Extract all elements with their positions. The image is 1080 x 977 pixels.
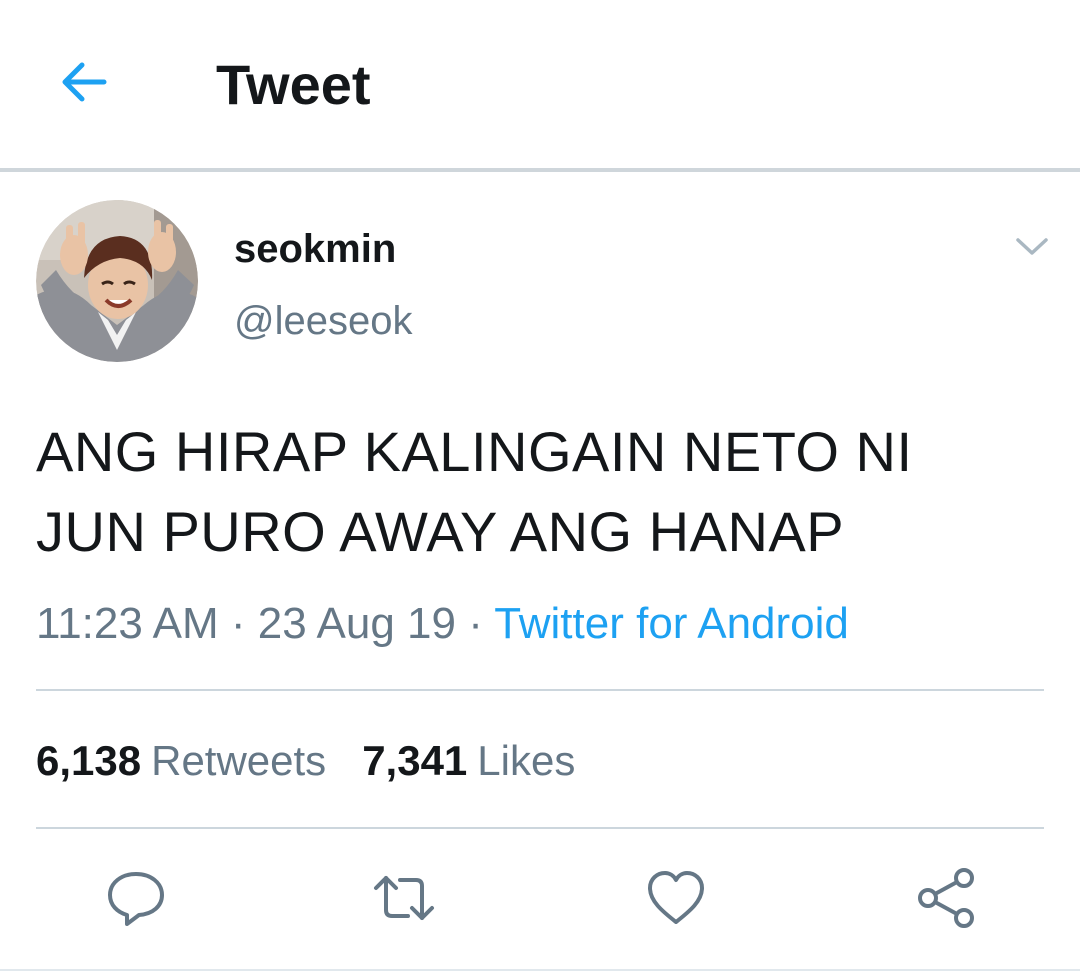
page-title: Tweet [216,53,371,116]
author-display-name[interactable]: seokmin [234,224,396,274]
tweet-metadata: 11:23 AM · 23 Aug 19 · Twitter for Andro… [36,596,849,652]
divider [0,969,1080,971]
likes-count: 7,341 [362,737,468,784]
arrow-left-icon[interactable] [54,52,114,112]
chevron-down-icon[interactable] [1008,226,1056,266]
top-app-bar: Tweet [0,0,1080,168]
retweets-stat[interactable]: 6,138 Retweets [36,734,326,788]
like-icon[interactable] [644,866,708,930]
reply-icon[interactable] [104,866,168,930]
tweet-text: ANG HIRAP KALINGAIN NETO NI JUN PURO AWA… [36,420,913,563]
divider [36,827,1044,829]
meta-separator: · [230,599,246,648]
meta-separator: · [468,599,483,648]
author-handle[interactable]: @leeseok [234,296,412,346]
retweets-label: Retweets [151,737,327,784]
tweet-time: 11:23 AM [36,599,219,648]
tweet-date: 23 Aug 19 [257,599,456,648]
likes-stat[interactable]: 7,341 Likes [362,734,575,788]
tweet-detail-screen: Tweet seokmin @leeseok ANG HIRAP KALINGA… [0,0,1080,977]
tweet-source-link[interactable]: Twitter for Android [494,599,849,648]
retweets-count: 6,138 [36,737,142,784]
share-icon[interactable] [914,866,978,930]
header-divider [0,168,1080,172]
divider [36,689,1044,691]
retweet-icon[interactable] [372,866,436,930]
tweet-stats: 6,138 Retweets 7,341 Likes [36,734,575,788]
likes-label: Likes [477,737,576,784]
avatar[interactable] [36,200,198,362]
